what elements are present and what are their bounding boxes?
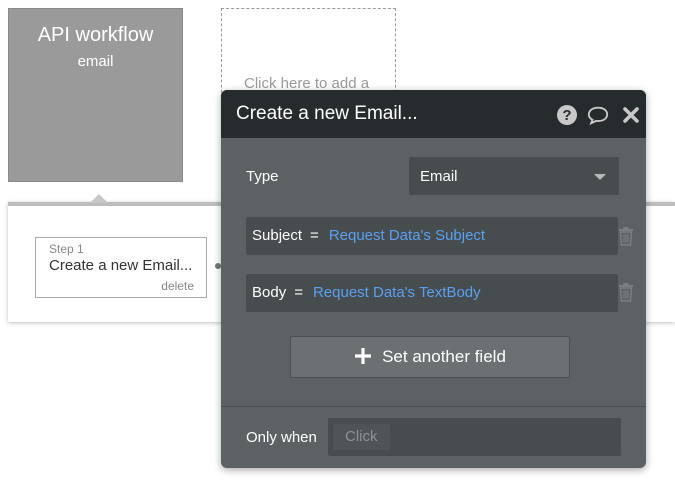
- event-pointer-arrow: [90, 194, 108, 203]
- svg-text:?: ?: [562, 107, 571, 124]
- event-subtitle: email: [77, 53, 114, 70]
- field-row-body[interactable]: Body = Request Data's TextBody: [246, 274, 618, 312]
- set-another-field-button[interactable]: Set another field: [290, 336, 570, 378]
- trash-icon[interactable]: [618, 226, 634, 246]
- set-another-field-label: Set another field: [382, 347, 506, 366]
- event-title: API workflow: [37, 24, 154, 46]
- close-icon[interactable]: [620, 104, 642, 126]
- field-dynamic-value[interactable]: Request Data's Subject: [329, 227, 485, 244]
- type-value: Email: [420, 168, 458, 185]
- type-label: Type: [246, 168, 279, 185]
- field-key: Body: [252, 284, 287, 301]
- workflow-canvas: API workflow email Click here to add a S…: [0, 0, 675, 496]
- property-editor-panel: Create a new Email... ? Type Email Subje…: [221, 90, 646, 468]
- step-card[interactable]: Step 1 Create a new Email... delete: [35, 237, 207, 298]
- field-dynamic-value[interactable]: Request Data's TextBody: [313, 284, 481, 301]
- only-when-placeholder[interactable]: Click: [333, 424, 390, 450]
- step-name: Create a new Email...: [49, 257, 193, 274]
- field-key: Subject: [252, 227, 303, 244]
- plus-icon: [355, 348, 372, 365]
- step-delete-link[interactable]: delete: [161, 279, 194, 293]
- only-when-label: Only when: [246, 429, 317, 446]
- panel-divider: [221, 406, 646, 407]
- caret-down-icon: [594, 174, 606, 180]
- type-dropdown[interactable]: Email: [409, 157, 619, 195]
- help-icon[interactable]: ?: [556, 104, 578, 126]
- trash-icon[interactable]: [618, 282, 634, 302]
- only-when-condition-input[interactable]: Click: [328, 418, 621, 456]
- panel-title: Create a new Email...: [236, 103, 418, 124]
- field-row-subject[interactable]: Subject = Request Data's Subject: [246, 217, 618, 255]
- event-card[interactable]: API workflow email: [8, 8, 183, 182]
- field-equals: =: [294, 284, 303, 301]
- step-number-label: Step 1: [49, 242, 84, 256]
- comment-icon[interactable]: [587, 104, 609, 126]
- panel-header: Create a new Email... ?: [221, 90, 646, 138]
- field-equals: =: [310, 227, 319, 244]
